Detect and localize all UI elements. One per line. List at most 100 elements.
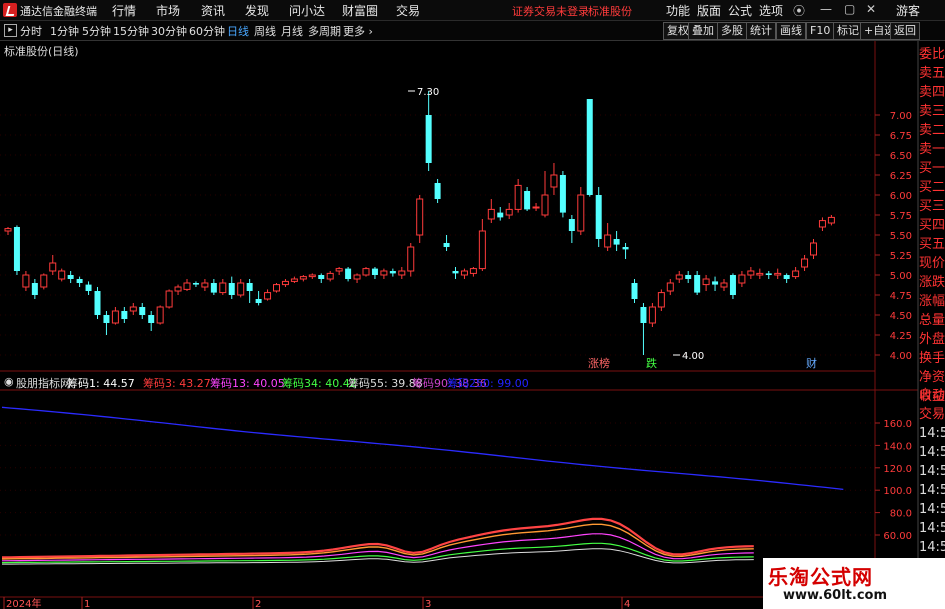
candle-body-41 bbox=[371, 268, 378, 275]
menu-hangqing[interactable]: 行情 bbox=[112, 2, 136, 19]
trade-field-6: 14:56 bbox=[919, 502, 945, 517]
candle-body-8 bbox=[76, 279, 83, 283]
quote-field-4: 卖二 bbox=[919, 123, 945, 138]
candle-body-3 bbox=[31, 283, 38, 295]
period-tab-8[interactable]: 月线 bbox=[281, 23, 303, 39]
period-tab-7[interactable]: 周线 bbox=[254, 23, 276, 39]
candle-body-20 bbox=[183, 282, 191, 290]
period-tab-0[interactable]: 分时 bbox=[20, 23, 42, 39]
period-tab-4[interactable]: 30分钟 bbox=[151, 23, 187, 39]
high-label: 7.30 bbox=[417, 87, 439, 98]
menu-xuanxiang[interactable]: 选项 bbox=[759, 2, 783, 19]
candle-body-90 bbox=[810, 242, 817, 256]
candle-body-1 bbox=[13, 227, 20, 271]
indicator-line-1 bbox=[1, 523, 754, 560]
candle-body-32 bbox=[290, 278, 298, 282]
candle-body-72 bbox=[648, 306, 656, 324]
candle-body-58 bbox=[524, 191, 531, 210]
menu-faxian[interactable]: 发现 bbox=[245, 2, 269, 19]
candle-body-44 bbox=[398, 270, 406, 276]
menu-caifuquan[interactable]: 财富圈 bbox=[342, 2, 378, 19]
candle-body-89 bbox=[801, 258, 809, 268]
toolbar-button-4[interactable]: 画线 bbox=[776, 22, 806, 40]
maximize-icon[interactable]: ▢ bbox=[844, 2, 855, 16]
candle-body-42 bbox=[380, 270, 388, 276]
quote-field-17: 净资 bbox=[919, 370, 945, 385]
menu-banmian[interactable]: 版面 bbox=[697, 2, 721, 19]
toolbar-button-1[interactable]: 叠加 bbox=[688, 22, 718, 40]
candle-body-6 bbox=[58, 270, 66, 280]
ind-tick-label-0: 160.0 bbox=[883, 419, 912, 430]
period-tab-1[interactable]: 1分钟 bbox=[50, 23, 79, 39]
ind-tick-label-1: 140.0 bbox=[883, 441, 912, 452]
time-label-1: 1 bbox=[84, 599, 90, 609]
price-tick-label-10: 4.50 bbox=[890, 311, 912, 322]
candle-body-54 bbox=[487, 208, 495, 220]
toolbar-button-8[interactable]: 返回 bbox=[890, 22, 920, 40]
candle-body-83 bbox=[747, 270, 755, 276]
guest-label[interactable]: 游客 bbox=[896, 2, 920, 19]
candle-body-73 bbox=[657, 292, 665, 308]
candle-body-64 bbox=[577, 194, 585, 232]
price-tick-label-9: 4.75 bbox=[890, 291, 912, 302]
candle-body-52 bbox=[469, 268, 477, 274]
quote-field-10: 买五 bbox=[919, 237, 945, 252]
period-tab-2[interactable]: 5分钟 bbox=[82, 23, 111, 39]
candle-body-63 bbox=[568, 219, 575, 231]
period-tab-9[interactable]: 多周期 bbox=[308, 23, 341, 39]
quote-field-15: 外盘 bbox=[919, 332, 945, 347]
stock-name-header: 标准股份 bbox=[588, 5, 632, 18]
event-marker-2: 财 bbox=[806, 356, 817, 370]
watermark: 乐淘公式网 www.60lt.com bbox=[763, 558, 945, 609]
menu-zixun[interactable]: 资讯 bbox=[201, 2, 225, 19]
trade-field-1: 交易 bbox=[919, 407, 945, 422]
candle-body-62 bbox=[559, 175, 566, 213]
period-tab-5[interactable]: 60分钟 bbox=[189, 23, 225, 39]
candle-body-82 bbox=[738, 274, 746, 284]
period-tab-3[interactable]: 15分钟 bbox=[113, 23, 149, 39]
collapse-icon[interactable]: ▸ bbox=[4, 24, 17, 37]
candle-body-13 bbox=[121, 311, 128, 319]
toolbar-button-2[interactable]: 多股 bbox=[717, 22, 747, 40]
toolbar-button-5[interactable]: F10 bbox=[806, 22, 835, 40]
help-icon[interactable]: ⦿ bbox=[793, 2, 805, 19]
candle-body-25 bbox=[228, 283, 235, 295]
candle-body-33 bbox=[299, 276, 307, 280]
watermark-url: www.60lt.com bbox=[783, 588, 888, 603]
candle-body-35 bbox=[318, 275, 325, 279]
period-tab-10[interactable]: 更多 › bbox=[343, 23, 373, 39]
candle-body-85 bbox=[765, 273, 772, 275]
candle-body-24 bbox=[219, 282, 227, 294]
candle-body-81 bbox=[729, 275, 736, 295]
menu-jiaoyi[interactable]: 交易 bbox=[396, 2, 420, 19]
quote-field-7: 买二 bbox=[919, 180, 945, 195]
trade-field-0: 自动 bbox=[919, 388, 945, 403]
menu-gongneng[interactable]: 功能 bbox=[666, 2, 690, 19]
candle-body-12 bbox=[111, 310, 119, 324]
price-tick-label-5: 5.75 bbox=[890, 211, 912, 222]
candle-body-66 bbox=[595, 195, 602, 239]
toolbar-button-3[interactable]: 统计 bbox=[746, 22, 776, 40]
candle-body-77 bbox=[694, 275, 701, 293]
kline-chart[interactable]: 7.00 6.75 6.50 6.25 6.00 5.75 5.50 5.25 5.00 4.75… bbox=[0, 41, 945, 609]
menu-wenxiaoda[interactable]: 问小达 bbox=[289, 2, 325, 19]
toolbar-button-6[interactable]: 标记 bbox=[833, 22, 863, 40]
price-tick-label-1: 6.75 bbox=[890, 131, 912, 142]
close-icon[interactable]: ✕ bbox=[866, 2, 876, 16]
candle-body-91 bbox=[818, 220, 826, 228]
period-tab-6[interactable]: 日线 bbox=[227, 23, 249, 39]
candle-body-28 bbox=[255, 299, 262, 303]
minimize-icon[interactable]: — bbox=[820, 2, 832, 16]
candle-body-68 bbox=[613, 239, 620, 245]
indicator-line-250 bbox=[1, 406, 844, 491]
candle-body-18 bbox=[165, 290, 173, 308]
quote-field-2: 卖四 bbox=[919, 85, 945, 100]
indicator-toggle-icon[interactable]: ◉ bbox=[4, 375, 14, 388]
menu-shichang[interactable]: 市场 bbox=[156, 2, 180, 19]
login-notice[interactable]: 证券交易未登录 bbox=[512, 3, 589, 19]
menu-gongshi[interactable]: 公式 bbox=[728, 2, 752, 19]
event-marker-1: 跌 bbox=[646, 356, 657, 370]
quote-field-9: 买四 bbox=[919, 218, 945, 233]
candle-body-57 bbox=[514, 184, 522, 210]
indicator-name: 股朋指标网 bbox=[16, 377, 71, 390]
